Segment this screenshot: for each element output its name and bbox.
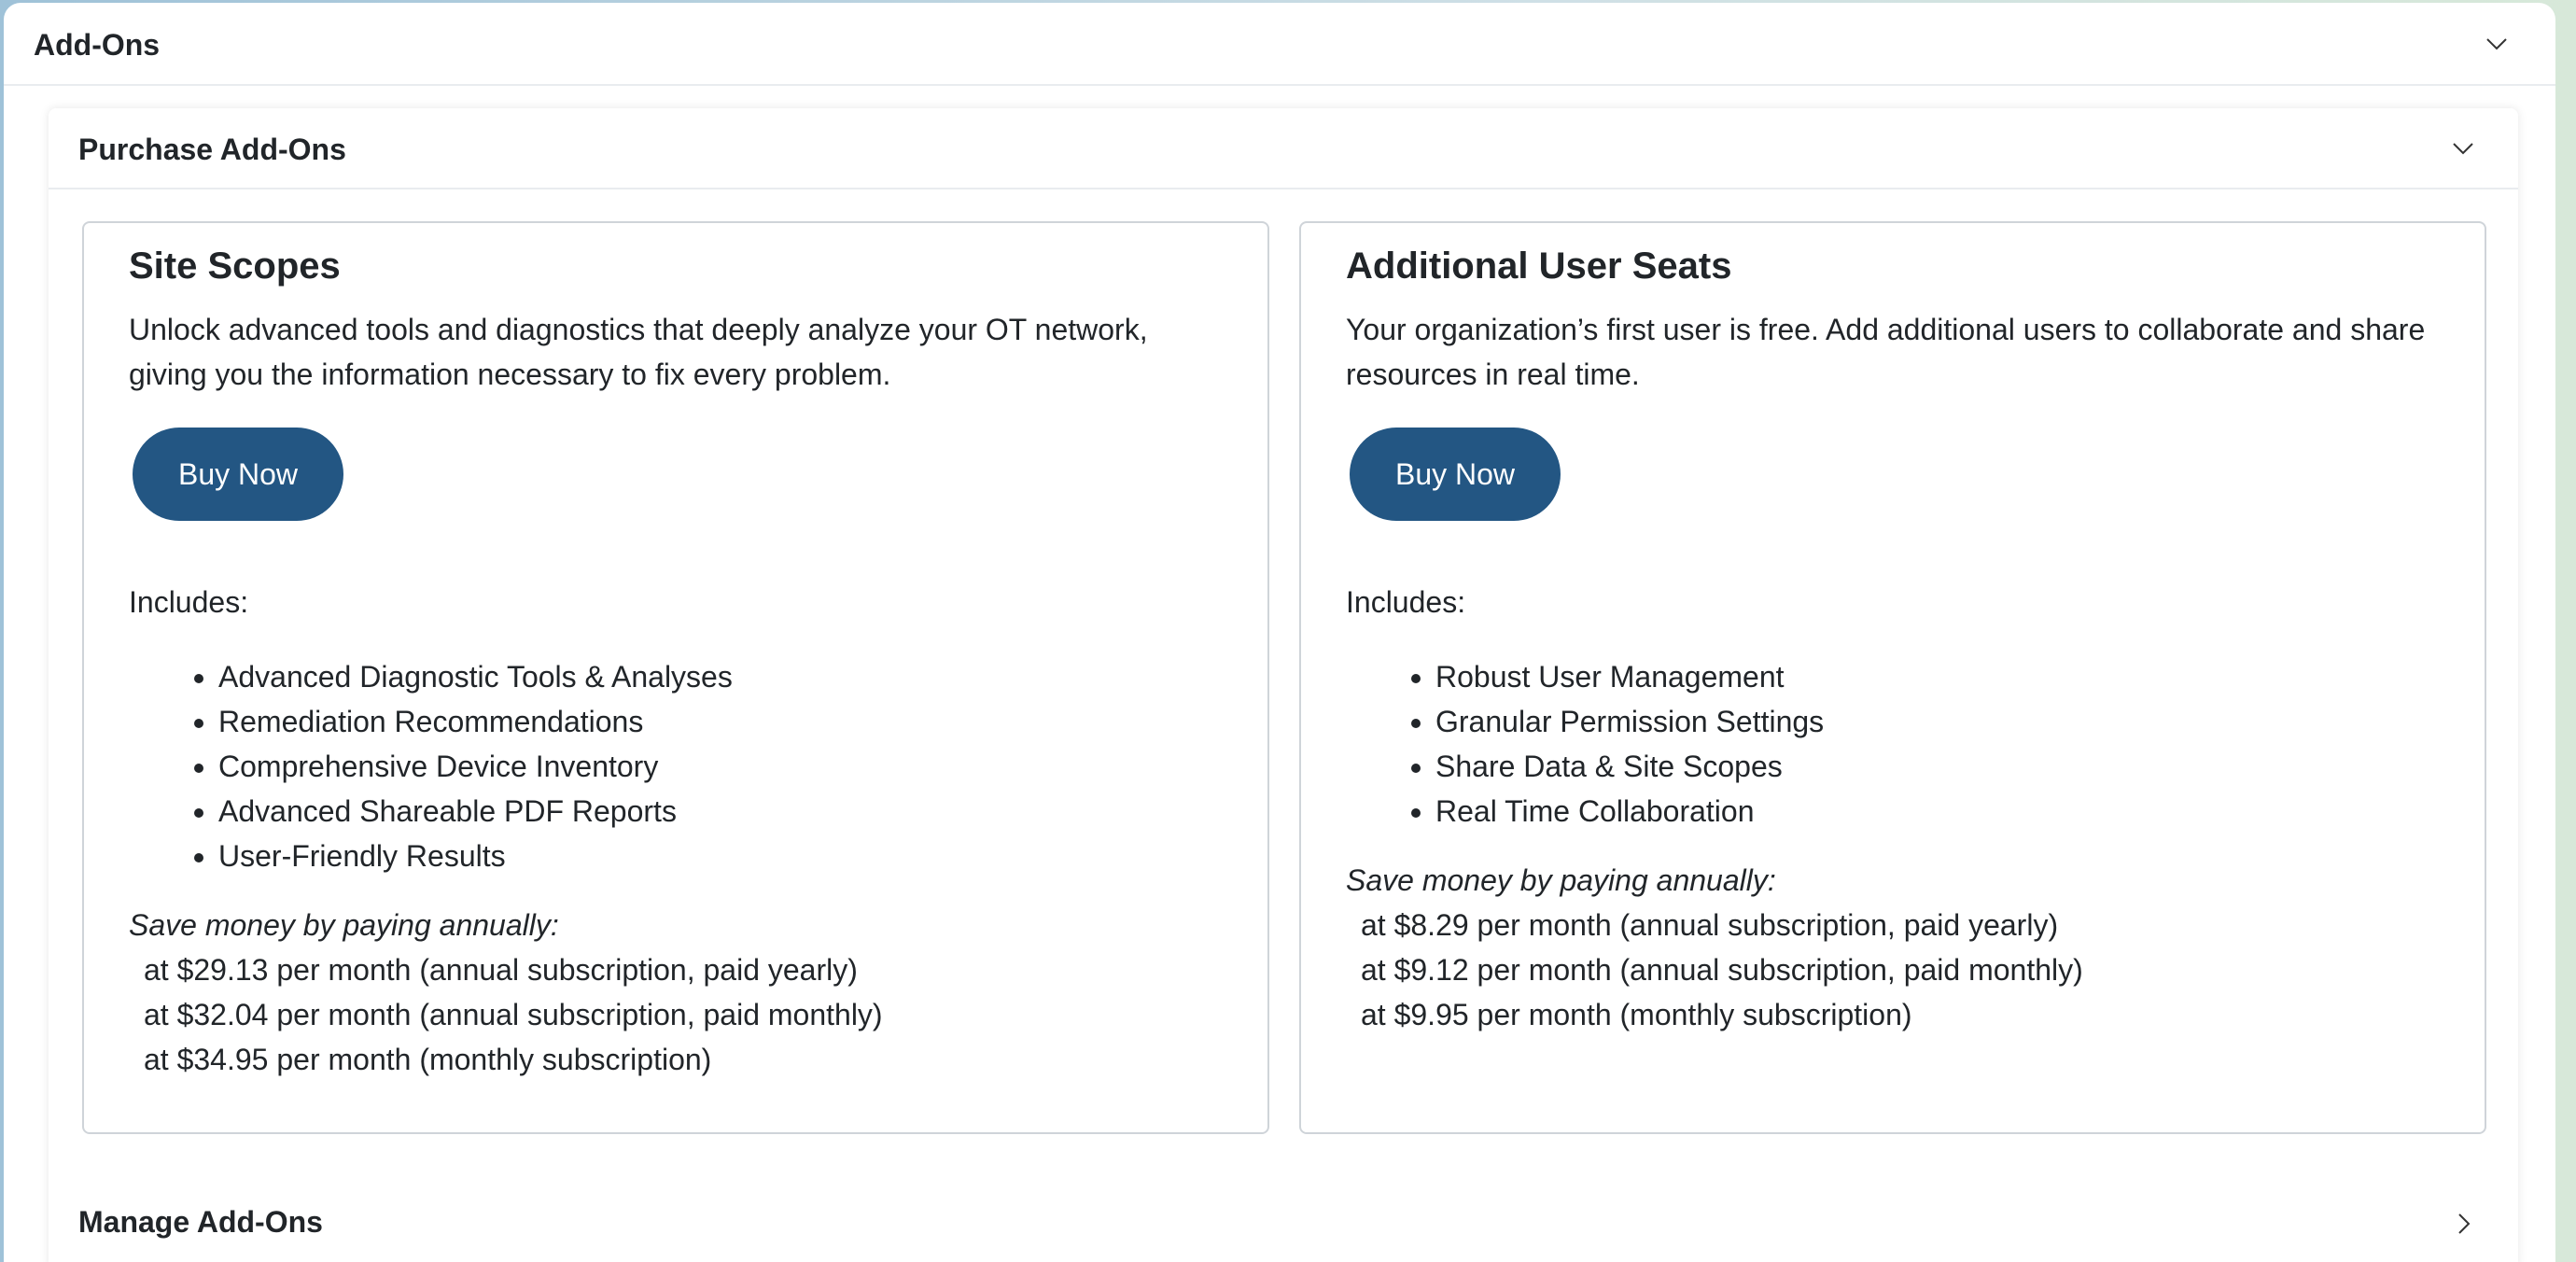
chevron-down-icon[interactable] <box>2485 32 2509 56</box>
feature-list: Advanced Diagnostic Tools & Analyses Rem… <box>129 654 1155 878</box>
price-line: at $9.95 per month (monthly subscription… <box>1361 998 1912 1031</box>
list-item: Granular Permission Settings <box>1435 699 2373 744</box>
list-item: Real Time Collaboration <box>1435 789 2373 834</box>
feature-list: Robust User Management Granular Permissi… <box>1346 654 2373 834</box>
buy-now-button[interactable]: Buy Now <box>133 428 343 521</box>
chevron-right-icon[interactable] <box>2451 1212 2475 1236</box>
save-note: Save money by paying annually: <box>1346 863 1776 897</box>
pricing-block: Save money by paying annually: at $29.13… <box>129 903 1230 1082</box>
list-item: Advanced Diagnostic Tools & Analyses <box>218 654 1155 699</box>
includes-label: Includes: <box>1346 585 1466 619</box>
price-line: at $32.04 per month (annual subscription… <box>144 998 883 1031</box>
card-title: Additional User Seats <box>1346 245 1732 287</box>
purchase-add-ons-panel: Purchase Add-Ons Site Scopes Unlock adva… <box>49 108 2518 1262</box>
card-title: Site Scopes <box>129 245 341 287</box>
pricing-block: Save money by paying annually: at $8.29 … <box>1346 858 2447 1037</box>
additional-user-seats-card: Additional User Seats Your organization’… <box>1299 221 2486 1134</box>
purchase-add-ons-header[interactable]: Purchase Add-Ons <box>49 108 2518 189</box>
list-item: Share Data & Site Scopes <box>1435 744 2373 789</box>
list-item: Remediation Recommendations <box>218 699 1155 744</box>
list-item: Comprehensive Device Inventory <box>218 744 1155 789</box>
buy-now-button[interactable]: Buy Now <box>1350 428 1561 521</box>
list-item: User-Friendly Results <box>218 834 1155 878</box>
save-note: Save money by paying annually: <box>129 908 559 942</box>
manage-add-ons-title: Manage Add-Ons <box>78 1205 323 1239</box>
add-ons-header[interactable]: Add-Ons <box>4 3 2555 86</box>
includes-label: Includes: <box>129 585 249 619</box>
price-line: at $8.29 per month (annual subscription,… <box>1361 908 2059 942</box>
card-description: Your organization’s first user is free. … <box>1346 313 2426 391</box>
list-item: Advanced Shareable PDF Reports <box>218 789 1155 834</box>
add-ons-panel: Add-Ons Purchase Add-Ons Site Scopes Unl… <box>4 3 2555 1262</box>
price-line: at $34.95 per month (monthly subscriptio… <box>144 1043 712 1076</box>
price-line: at $29.13 per month (annual subscription… <box>144 953 858 987</box>
card-description: Unlock advanced tools and diagnostics th… <box>129 313 1148 391</box>
chevron-down-icon[interactable] <box>2451 136 2475 161</box>
add-ons-title: Add-Ons <box>34 28 161 62</box>
purchase-add-ons-title: Purchase Add-Ons <box>78 133 346 166</box>
price-line: at $9.12 per month (annual subscription,… <box>1361 953 2083 987</box>
site-scopes-card: Site Scopes Unlock advanced tools and di… <box>82 221 1269 1134</box>
manage-add-ons-header[interactable]: Manage Add-Ons <box>49 1180 2518 1262</box>
list-item: Robust User Management <box>1435 654 2373 699</box>
